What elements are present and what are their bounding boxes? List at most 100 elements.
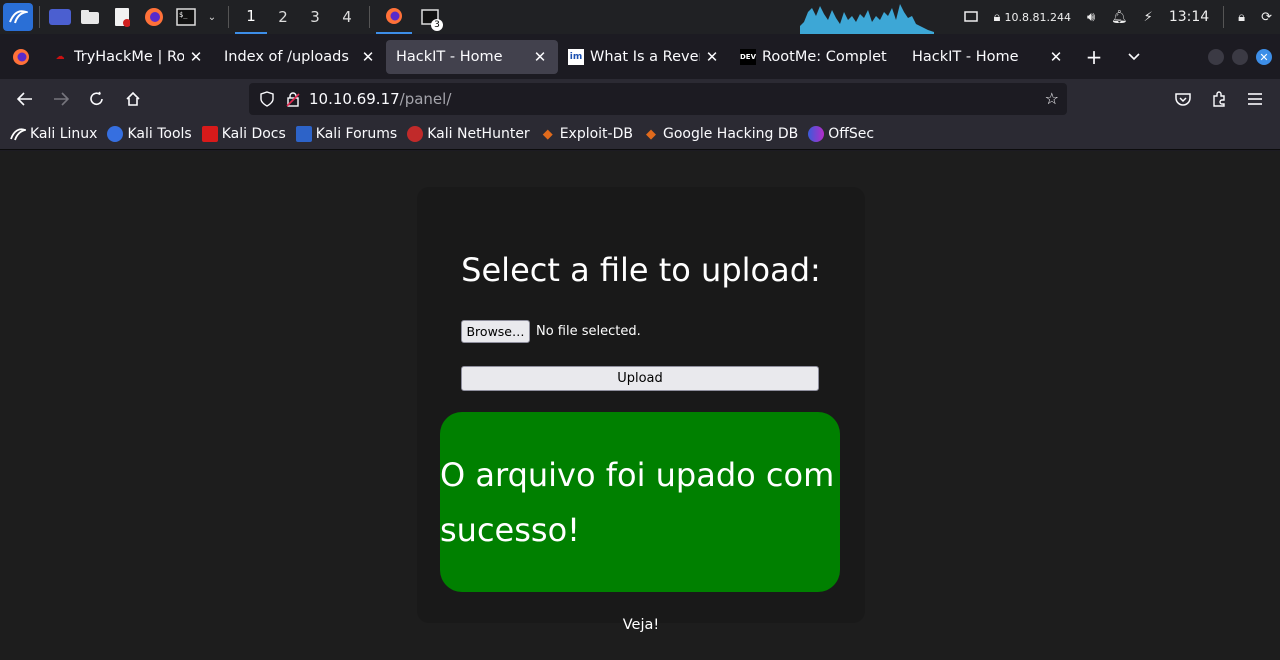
forward-arrow-icon — [54, 92, 69, 106]
list-all-tabs-button[interactable] — [1114, 34, 1154, 79]
tab-reverse-shell[interactable]: im What Is a Reverse ✕ — [558, 40, 730, 74]
shield-icon[interactable] — [257, 89, 277, 109]
maximize-button[interactable] — [1232, 49, 1248, 65]
text-editor-icon[interactable] — [109, 4, 135, 30]
kali-tools-icon — [107, 126, 124, 142]
workspace-1[interactable]: 1 — [235, 0, 267, 34]
panel-separator — [228, 6, 229, 28]
minimize-button[interactable] — [1208, 49, 1224, 65]
veja-link[interactable]: Veja! — [417, 617, 865, 633]
vpn-status[interactable]: 🔒︎ 10.8.81.244 — [994, 10, 1071, 25]
back-arrow-icon — [17, 92, 32, 106]
nethunter-icon — [407, 126, 424, 142]
tab-hackit-home-active[interactable]: HackIT - Home ✕ — [386, 39, 558, 74]
tab-rootme[interactable]: DEV RootMe: Complet — [730, 40, 902, 74]
chevron-down-icon[interactable]: ⌄ — [205, 4, 219, 30]
panel-separator — [369, 6, 370, 28]
window-controls: ✕ — [1200, 49, 1272, 65]
bookmark-kali-tools[interactable]: Kali Tools — [107, 126, 192, 142]
close-icon[interactable]: ✕ — [532, 48, 548, 66]
firefox-view-button[interactable] — [0, 34, 42, 79]
browse-button[interactable]: Browse… — [461, 320, 530, 343]
lock-screen-icon[interactable]: 🔒︎ — [1238, 10, 1245, 25]
insecure-lock-icon[interactable] — [283, 89, 303, 109]
task-firefox[interactable] — [376, 0, 412, 34]
forward-button[interactable] — [44, 82, 78, 116]
close-icon[interactable]: ✕ — [1048, 48, 1064, 66]
success-message-box: O arquivo foi upado com sucesso! — [440, 412, 840, 592]
bookmark-kali-forums[interactable]: Kali Forums — [295, 126, 397, 142]
tryhackme-icon: ☁ — [55, 51, 65, 62]
notification-bell-icon[interactable]: 🔔︎ — [1111, 10, 1128, 25]
bookmark-exploit-db[interactable]: ◆ Exploit-DB — [540, 126, 633, 142]
url-bar[interactable]: 10.10.69.17/panel/ ☆ — [249, 83, 1067, 115]
im-icon: im — [568, 48, 584, 65]
kali-menu-icon[interactable] — [3, 3, 33, 31]
panel-separator — [39, 6, 40, 28]
lock-icon: 🔒︎ — [993, 9, 1001, 25]
offsec-icon — [808, 126, 825, 142]
reload-button[interactable] — [80, 82, 114, 116]
vpn-ip: 10.8.81.244 — [1004, 10, 1071, 24]
screen-icon[interactable] — [963, 11, 978, 23]
hamburger-menu-icon[interactable] — [1238, 82, 1272, 116]
tab-index-uploads[interactable]: Index of /uploads ✕ — [214, 40, 386, 74]
volume-icon[interactable]: 🔊︎ — [1087, 10, 1095, 25]
navigation-toolbar: 10.10.69.17/panel/ ☆ — [0, 79, 1280, 119]
network-graph — [800, 4, 934, 34]
url-host: 10.10.69.17 — [309, 90, 400, 108]
pocket-icon[interactable] — [1166, 82, 1200, 116]
kali-forums-icon — [295, 126, 312, 142]
task-terminal[interactable]: 3 — [412, 0, 448, 34]
upload-button[interactable]: Upload — [461, 366, 819, 391]
exploit-db-icon: ◆ — [542, 126, 553, 142]
system-panel: $_ ⌄ 1 2 3 4 3 🔒︎ 10.8.81.244 🔊︎ 🔔︎ ⚡︎ 1… — [0, 0, 1280, 34]
home-button[interactable] — [116, 82, 150, 116]
bookmark-kali-docs[interactable]: Kali Docs — [201, 126, 286, 142]
close-icon[interactable]: ✕ — [188, 48, 204, 66]
task-count-badge: 3 — [431, 19, 443, 31]
new-tab-button[interactable]: + — [1074, 34, 1114, 79]
panel-separator — [1223, 6, 1225, 28]
workspace-3[interactable]: 3 — [299, 0, 331, 34]
reload-icon — [90, 91, 103, 105]
power-manager-icon[interactable]: ⚡︎ — [1144, 10, 1153, 25]
success-message: O arquivo foi upado com sucesso! — [440, 456, 835, 549]
workspace-4[interactable]: 4 — [331, 0, 363, 34]
bookmarks-toolbar: Kali Linux Kali Tools Kali Docs Kali For… — [0, 119, 1280, 150]
kali-icon — [10, 126, 26, 142]
dev-icon: DEV — [740, 48, 756, 65]
logout-icon[interactable]: ⟳ — [1261, 10, 1272, 25]
close-icon[interactable]: ✕ — [360, 48, 376, 66]
chevron-down-icon — [1128, 52, 1140, 60]
browser-tab-bar: ☁ TryHackMe | Root ✕ Index of /uploads ✕… — [0, 34, 1280, 79]
clock[interactable]: 13:14 — [1169, 9, 1209, 25]
bookmark-kali-linux[interactable]: Kali Linux — [10, 126, 97, 142]
upload-card: Select a file to upload: Browse… No file… — [417, 187, 865, 633]
kali-docs-icon — [201, 126, 218, 142]
file-input[interactable]: Browse… No file selected. — [461, 320, 641, 343]
terminal-launcher-icon[interactable]: $_ — [173, 4, 199, 30]
bookmark-offsec[interactable]: OffSec — [808, 126, 874, 142]
file-status-text: No file selected. — [536, 324, 641, 339]
file-manager-icon[interactable] — [77, 4, 103, 30]
workspace-2[interactable]: 2 — [267, 0, 299, 34]
page-title: Select a file to upload: — [461, 251, 821, 289]
ghdb-icon: ◆ — [645, 126, 656, 142]
close-icon[interactable]: ✕ — [704, 48, 720, 66]
bookmark-star-icon[interactable]: ☆ — [1045, 89, 1059, 108]
tab-hackit-home[interactable]: HackIT - Home ✕ — [902, 40, 1074, 74]
back-button[interactable] — [8, 82, 42, 116]
url-path: /panel/ — [399, 90, 452, 108]
home-icon — [126, 91, 140, 106]
firefox-icon — [13, 48, 29, 65]
bookmark-google-hacking-db[interactable]: ◆ Google Hacking DB — [643, 126, 798, 142]
bookmark-kali-nethunter[interactable]: Kali NetHunter — [407, 126, 530, 142]
firefox-launcher-icon[interactable] — [141, 4, 167, 30]
window-close-button[interactable]: ✕ — [1256, 49, 1272, 65]
tab-tryhackme[interactable]: ☁ TryHackMe | Root ✕ — [42, 40, 214, 74]
extensions-icon[interactable] — [1202, 82, 1236, 116]
svg-text:$_: $_ — [179, 11, 188, 19]
show-desktop-icon[interactable] — [49, 9, 71, 25]
page-content: Select a file to upload: Browse… No file… — [0, 151, 1280, 660]
